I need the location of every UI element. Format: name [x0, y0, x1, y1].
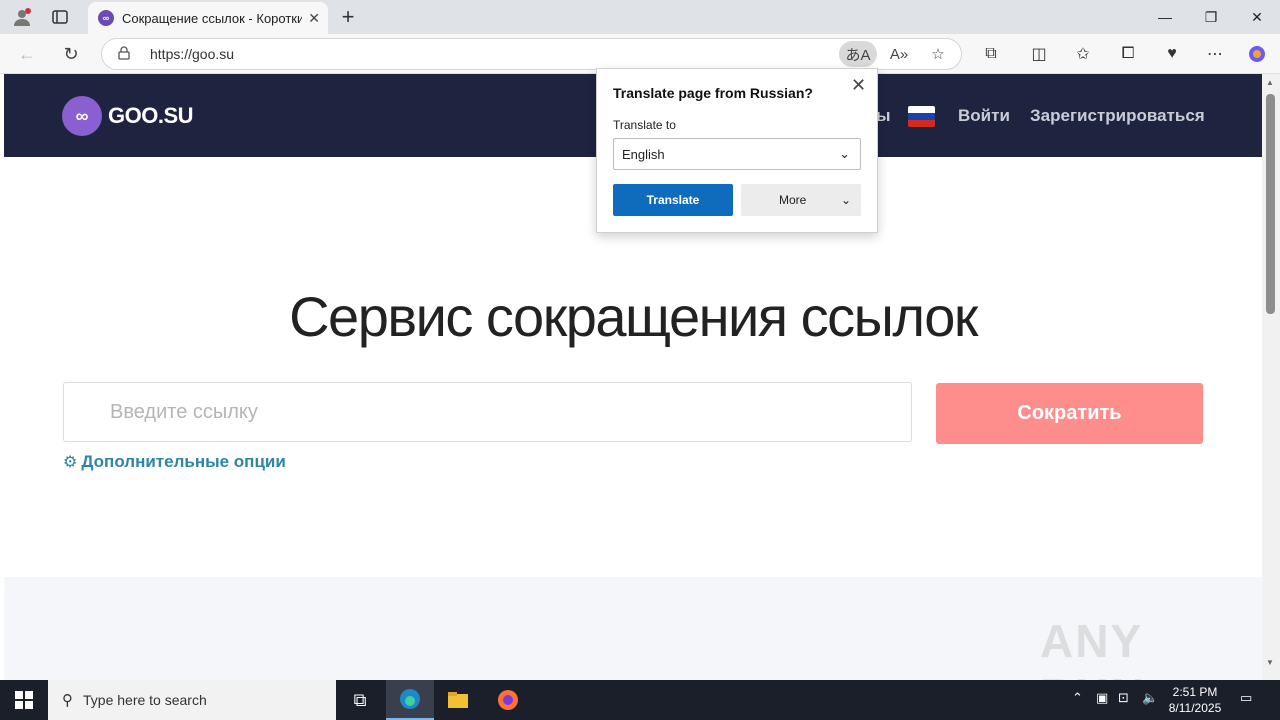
profile-icon[interactable] [8, 4, 36, 30]
tab-close-icon[interactable]: ✕ [308, 10, 320, 27]
site-logo[interactable]: ∞ GOO.SU [62, 96, 194, 136]
login-link[interactable]: Войти [958, 106, 1010, 126]
new-tab-button[interactable]: + [334, 4, 362, 30]
network-icon[interactable]: ⊡ [1118, 690, 1129, 706]
extensions-icon[interactable]: ⧉ [976, 40, 1006, 68]
link-input[interactable] [63, 382, 912, 442]
translate-to-label: Translate to [613, 118, 676, 132]
file-explorer-icon[interactable] [434, 680, 482, 720]
taskbar-search-placeholder: Type here to search [83, 692, 207, 708]
chevron-down-icon: ⌄ [839, 146, 850, 161]
maximize-button[interactable]: ❐ [1188, 0, 1234, 34]
favorites-icon[interactable]: ✩ [1068, 40, 1098, 68]
hero-title: Сервис сокращения ссылок [289, 285, 978, 348]
selected-language: English [622, 146, 665, 162]
shorten-button[interactable]: Сократить [936, 383, 1203, 444]
scroll-thumb[interactable] [1266, 94, 1275, 314]
favorite-star-icon[interactable]: ☆ [919, 41, 957, 67]
windows-taskbar: ⚲ Type here to search ⧉ ⌃ ▣ ⊡ 🔈 2:51 PM … [0, 680, 1280, 720]
back-arrow-icon[interactable]: ← [12, 40, 42, 68]
logo-text: GOO.SU [108, 103, 194, 128]
clock-date: 8/11/2025 [1168, 701, 1222, 715]
chevron-down-icon: ⌄ [840, 193, 851, 207]
translate-icon[interactable]: あA [839, 41, 877, 67]
russian-flag-icon[interactable] [908, 106, 935, 127]
windows-start-icon[interactable] [0, 680, 48, 720]
gears-icon: ⚙ [63, 454, 78, 471]
site-favicon-icon: ∞ [98, 10, 114, 26]
search-icon: ⚲ [62, 692, 73, 709]
read-aloud-icon[interactable]: A» [880, 41, 918, 67]
chain-link-icon: ∞ [62, 96, 102, 136]
chevron-up-icon[interactable]: ⌃ [1072, 690, 1083, 706]
tab-actions-icon[interactable] [46, 4, 74, 30]
anyrun-watermark: ANY RUN [1040, 615, 1144, 680]
browser-tab-bar: ∞ Сокращение ссылок - Короткие ✕ + — ❐ ✕ [0, 0, 1280, 34]
browser-essentials-icon[interactable]: ♥ [1157, 40, 1187, 68]
close-window-button[interactable]: ✕ [1234, 0, 1280, 34]
collections-icon[interactable]: ⧠ [1113, 40, 1143, 68]
lock-icon[interactable] [118, 46, 130, 63]
translate-popup-title: Translate page from Russian? [613, 85, 813, 101]
page-scrollbar[interactable]: ▲ ▼ [1262, 74, 1280, 680]
device-icon[interactable]: ▣ [1096, 690, 1108, 706]
volume-icon[interactable]: 🔈 [1142, 690, 1158, 706]
split-screen-icon[interactable]: ◫ [1024, 40, 1054, 68]
more-button[interactable]: More ⌄ [741, 184, 861, 216]
more-menu-icon[interactable]: ⋯ [1200, 40, 1230, 68]
edge-browser-icon[interactable] [386, 680, 434, 720]
refresh-icon[interactable]: ↻ [56, 40, 86, 68]
register-link[interactable]: Зарегистрироваться [1030, 106, 1205, 126]
close-icon[interactable]: ✕ [851, 75, 866, 96]
tab-title: Сокращение ссылок - Короткие [122, 10, 303, 26]
scroll-up-icon[interactable]: ▲ [1266, 78, 1274, 87]
additional-options-link[interactable]: ⚙ Дополнительные опции [63, 452, 286, 472]
language-select[interactable]: English ⌄ [613, 138, 861, 170]
translate-popup: Translate page from Russian? ✕ Translate… [596, 68, 878, 233]
firefox-icon[interactable] [484, 680, 532, 720]
additional-options-label: Дополнительные опции [81, 452, 286, 471]
clock-time: 2:51 PM [1172, 685, 1218, 699]
minimize-button[interactable]: — [1142, 0, 1188, 34]
url-text[interactable]: https://goo.su [150, 46, 234, 62]
translate-button[interactable]: Translate [613, 184, 733, 216]
task-view-icon[interactable]: ⧉ [336, 680, 384, 720]
more-label: More [779, 193, 807, 207]
taskbar-search[interactable]: ⚲ Type here to search [48, 680, 336, 720]
header-nav-partial[interactable]: ы [876, 106, 891, 126]
copilot-icon[interactable] [1242, 40, 1272, 68]
address-bar[interactable]: https://goo.su あA A» ☆ [101, 38, 962, 70]
scroll-down-icon[interactable]: ▼ [1266, 658, 1274, 667]
notifications-icon[interactable]: ▭ [1240, 690, 1252, 706]
taskbar-clock[interactable]: 2:51 PM 8/11/2025 [1160, 684, 1230, 716]
active-tab[interactable]: ∞ Сокращение ссылок - Короткие ✕ [88, 2, 328, 34]
